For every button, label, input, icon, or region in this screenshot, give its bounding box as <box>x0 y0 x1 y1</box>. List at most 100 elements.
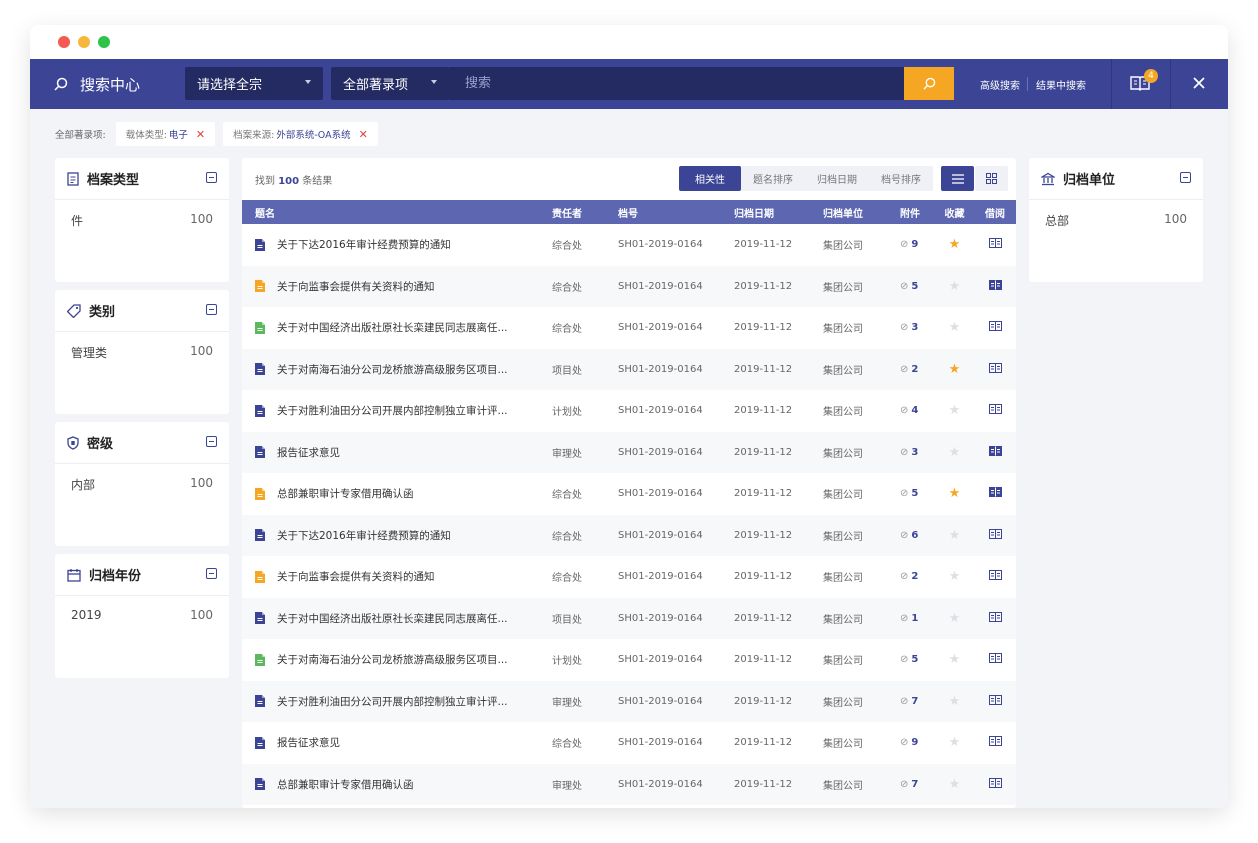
cell-attachments[interactable]: ⊘ 2 <box>887 349 935 391</box>
table-row[interactable]: 关于对中国经济出版社原社长栾建民同志展离任... 综合处 SH01-2019-016… <box>242 307 1016 349</box>
cell-attachments[interactable]: ⊘ 5 <box>887 639 935 681</box>
document-title[interactable]: 报告征求意见 <box>277 737 340 749</box>
table-row[interactable]: 报告征求意见 审理处 SH01-2019-0164 2019-11-12 集团公司 ⊘ 3 ★ <box>242 431 1016 474</box>
book-icon[interactable] <box>988 777 1002 788</box>
cell-title[interactable]: 关于对南海石油分公司龙桥旅游高级服务区项目... <box>242 349 539 391</box>
document-title[interactable]: 关于向监事会提供有关资料的通知 <box>277 281 435 293</box>
facet-item[interactable]: 总部 100 <box>1029 200 1203 229</box>
cell-title[interactable]: 总部兼职审计专家借用确认函 <box>242 764 539 806</box>
cell-attachments[interactable]: ⊘ 1 <box>887 598 935 640</box>
cell-title[interactable]: 报告征求意见 <box>242 432 539 474</box>
book-icon[interactable] <box>988 653 1002 664</box>
cell-attachments[interactable]: ⊘ 9 <box>887 722 935 764</box>
book-icon[interactable] <box>988 321 1002 332</box>
document-title[interactable]: 关于对中国经济出版社原社长栾建民同志展离任... <box>277 322 508 334</box>
cell-attachments[interactable]: ⊘ 2 <box>887 556 935 598</box>
facet-item[interactable]: 件 100 <box>55 200 229 229</box>
minus-square-icon[interactable] <box>206 436 217 447</box>
cell-title[interactable]: 关于对胜利油田分公司开展内部控制独立审计评... <box>242 390 539 432</box>
star-icon[interactable]: ★ <box>949 362 961 377</box>
table-row[interactable]: 关于向监事会提供有关资料的通知 综合处 SH01-2019-0164 2019-11-… <box>242 556 1016 598</box>
book-icon[interactable] <box>988 694 1002 705</box>
table-row[interactable]: 关于对胜利油田分公司开展内部控制独立审计评... 计划处 SH01-2019-016… <box>242 390 1016 432</box>
cell-attachments[interactable]: ⊘ 3 <box>887 432 935 474</box>
grid-view-button[interactable] <box>975 166 1008 191</box>
star-icon[interactable]: ★ <box>949 237 961 252</box>
star-icon[interactable]: ★ <box>949 320 961 335</box>
document-title[interactable]: 报告征求意见 <box>277 447 340 459</box>
book-icon[interactable] <box>988 279 1002 290</box>
sort-tab-relevance[interactable]: 相关性 <box>679 166 741 191</box>
sort-tab-title[interactable]: 题名排序 <box>741 166 805 191</box>
table-row[interactable]: 关于对南海石油分公司龙桥旅游高级服务区项目... 计划处 SH01-2019-016… <box>242 639 1016 681</box>
table-row[interactable]: 关于下达2016年审计经费预算的通知 综合处 SH01-2019-0164 2019-… <box>242 224 1016 266</box>
book-icon[interactable] <box>988 362 1002 373</box>
star-icon[interactable]: ★ <box>949 403 961 418</box>
close-button[interactable] <box>1190 74 1208 96</box>
cell-attachments[interactable]: ⊘ 3 <box>887 307 935 349</box>
star-icon[interactable]: ★ <box>949 569 961 584</box>
fonds-select[interactable]: 请选择全宗 <box>185 67 323 100</box>
facet-item[interactable]: 2019 100 <box>55 596 229 622</box>
search-input[interactable] <box>449 67 905 100</box>
star-icon[interactable]: ★ <box>949 445 961 460</box>
document-title[interactable]: 关于对胜利油田分公司开展内部控制独立审计评... <box>277 696 508 708</box>
cell-title[interactable]: 关于向监事会提供有关资料的通知 <box>242 266 539 308</box>
document-title[interactable]: 关于下达2016年审计经费预算的通知 <box>277 530 451 542</box>
table-row[interactable]: 关于下达2016年审计经费预算的通知 综合处 SH01-2019-0164 2019-… <box>242 514 1016 557</box>
cell-attachments[interactable]: ⊘ 4 <box>887 390 935 432</box>
document-title[interactable]: 关于向监事会提供有关资料的通知 <box>277 571 435 583</box>
star-icon[interactable]: ★ <box>949 611 961 626</box>
cell-attachments[interactable]: ⊘ 5 <box>887 473 935 515</box>
book-icon[interactable] <box>988 528 1002 539</box>
cell-title[interactable]: 关于对胜利油田分公司开展内部控制独立审计评... <box>242 681 539 723</box>
document-title[interactable]: 关于对中国经济出版社原社长栾建民同志展离任... <box>277 613 508 625</box>
cell-title[interactable]: 关于对中国经济出版社原社长栾建民同志展离任... <box>242 598 539 640</box>
table-row[interactable]: 关于向监事会提供有关资料的通知 综合处 SH01-2019-0164 2019-11-… <box>242 265 1016 308</box>
document-title[interactable]: 总部兼职审计专家借用确认函 <box>277 488 414 500</box>
field-select[interactable]: 全部著录项 <box>331 67 449 100</box>
cell-title[interactable]: 关于下达2016年审计经费预算的通知 <box>242 515 539 557</box>
table-row[interactable]: 关于对胜利油田分公司开展内部控制独立审计评... 审理处 SH01-2019-016… <box>242 680 1016 723</box>
document-title[interactable]: 总部兼职审计专家借用确认函 <box>277 779 414 791</box>
remove-filter-icon[interactable]: ✕ <box>196 128 205 141</box>
minimize-window-button[interactable] <box>78 36 90 48</box>
book-icon[interactable] <box>988 404 1002 415</box>
star-icon[interactable]: ★ <box>949 528 961 543</box>
cell-title[interactable]: 报告征求意见 <box>242 722 539 764</box>
search-button[interactable] <box>904 67 954 100</box>
cell-title[interactable]: 关于对南海石油分公司龙桥旅游高级服务区项目... <box>242 639 539 681</box>
star-icon[interactable]: ★ <box>949 735 961 750</box>
sort-tab-code[interactable]: 档号排序 <box>869 166 933 191</box>
cell-attachments[interactable]: ⊘ 7 <box>887 681 935 723</box>
minus-square-icon[interactable] <box>206 172 217 183</box>
table-row[interactable]: 关于对中国经济出版社原社长栾建民同志展离任... 项目处 SH01-2019-016… <box>242 597 1016 640</box>
document-title[interactable]: 关于下达2016年审计经费预算的通知 <box>277 239 451 251</box>
cell-attachments[interactable]: ⊘ 9 <box>887 224 935 266</box>
star-icon[interactable]: ★ <box>949 486 961 501</box>
document-title[interactable]: 关于对胜利油田分公司开展内部控制独立审计评... <box>277 405 508 417</box>
facet-item[interactable]: 管理类 100 <box>55 332 229 361</box>
search-in-results-link[interactable]: 结果中搜索 <box>1036 59 1086 109</box>
advanced-search-link[interactable]: 高级搜索 <box>980 59 1020 109</box>
star-icon[interactable]: ★ <box>949 694 961 709</box>
table-row[interactable]: 总部兼职审计专家借用确认函 综合处 SH01-2019-0164 2019-11-12… <box>242 473 1016 515</box>
document-title[interactable]: 关于对南海石油分公司龙桥旅游高级服务区项目... <box>277 364 508 376</box>
book-icon[interactable] <box>988 238 1002 249</box>
star-icon[interactable]: ★ <box>949 279 961 294</box>
cell-title[interactable]: 关于对中国经济出版社原社长栾建民同志展离任... <box>242 307 539 349</box>
book-icon[interactable] <box>988 736 1002 747</box>
star-icon[interactable]: ★ <box>949 652 961 667</box>
book-icon[interactable] <box>988 611 1002 622</box>
cell-title[interactable]: 关于下达2016年审计经费预算的通知 <box>242 224 539 266</box>
book-icon[interactable] <box>988 445 1002 456</box>
cell-title[interactable]: 总部兼职审计专家借用确认函 <box>242 473 539 515</box>
table-row[interactable]: 总部兼职审计专家借用确认函 审理处 SH01-2019-0164 2019-11-12… <box>242 763 1016 806</box>
table-row[interactable]: 报告征求意见 综合处 SH01-2019-0164 2019-11-12 集团公司 ⊘ 9 ★ <box>242 722 1016 764</box>
list-view-button[interactable] <box>941 166 974 191</box>
cell-attachments[interactable]: ⊘ 6 <box>887 515 935 557</box>
minus-square-icon[interactable] <box>1180 172 1191 183</box>
close-window-button[interactable] <box>58 36 70 48</box>
cell-title[interactable]: 关于向监事会提供有关资料的通知 <box>242 556 539 598</box>
minus-square-icon[interactable] <box>206 304 217 315</box>
